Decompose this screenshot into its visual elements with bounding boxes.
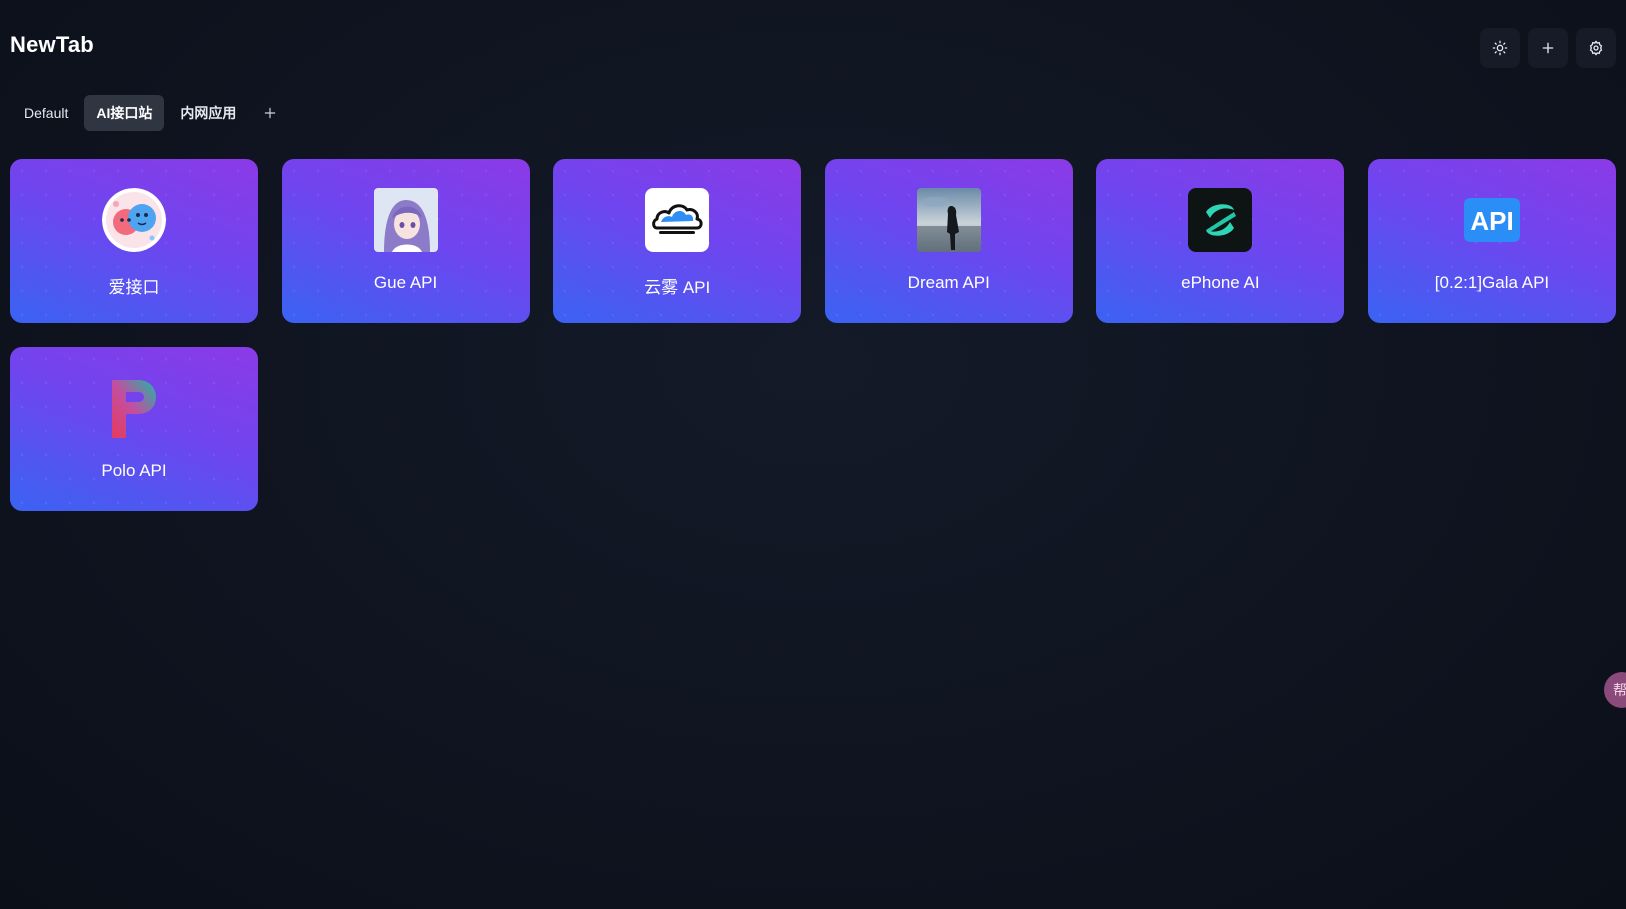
site-card-label: Polo API <box>101 461 167 480</box>
tab-default[interactable]: Default <box>12 95 80 131</box>
site-card-ephone-ai[interactable]: ePhone AI <box>1096 159 1345 323</box>
site-card-dream-api[interactable]: Dream API <box>824 159 1073 323</box>
site-card-yunwu-api[interactable]: 云雾 API <box>553 159 802 323</box>
api-badge-icon: API <box>1460 188 1524 252</box>
silhouette-photo-icon <box>916 188 981 252</box>
sun-icon <box>1492 40 1508 56</box>
theme-toggle-button[interactable] <box>1480 28 1520 68</box>
site-card-polo-api[interactable]: Polo API <box>10 347 258 511</box>
tab-bar: Default AI接口站 内网应用 <box>12 95 288 131</box>
app-title: NewTab <box>10 32 94 57</box>
site-card-label: 爱接口 <box>108 278 160 297</box>
cloud-icon <box>645 188 710 252</box>
site-card-label: 云雾 API <box>644 278 711 297</box>
settings-button[interactable] <box>1576 28 1616 68</box>
site-card-gala-api[interactable]: API [0.2:1]Gala API <box>1367 159 1616 323</box>
site-card-label: [0.2:1]Gala API <box>1434 273 1550 292</box>
site-card-label: Dream API <box>907 273 990 292</box>
gear-icon <box>1589 40 1603 56</box>
header: NewTab <box>10 28 1616 68</box>
site-card-gue-api[interactable]: Gue API <box>281 159 530 323</box>
tab-intranet-apps[interactable]: 内网应用 <box>168 95 248 131</box>
api-badge-text: API <box>1470 206 1513 236</box>
site-card-label: Gue API <box>373 273 438 292</box>
plus-icon <box>1542 42 1554 54</box>
plus-icon <box>265 107 276 119</box>
letter-p-logo-icon <box>102 376 166 440</box>
site-grid: 爱接口 Gue API 云雾 API Dream API ePhone AI A… <box>10 159 1616 511</box>
mascot-logo-icon <box>102 188 166 252</box>
floating-helper-icon[interactable]: 帮 <box>1604 672 1626 708</box>
tab-ai-api-sites[interactable]: AI接口站 <box>84 95 165 131</box>
add-button[interactable] <box>1528 28 1568 68</box>
site-card-label: ePhone AI <box>1181 273 1260 292</box>
header-actions <box>1480 28 1616 68</box>
anime-girl-avatar-icon <box>373 188 438 252</box>
site-card-aijiekou[interactable]: 爱接口 <box>10 159 258 323</box>
swirl-logo-icon <box>1188 188 1253 252</box>
add-tab-button[interactable] <box>252 95 288 131</box>
